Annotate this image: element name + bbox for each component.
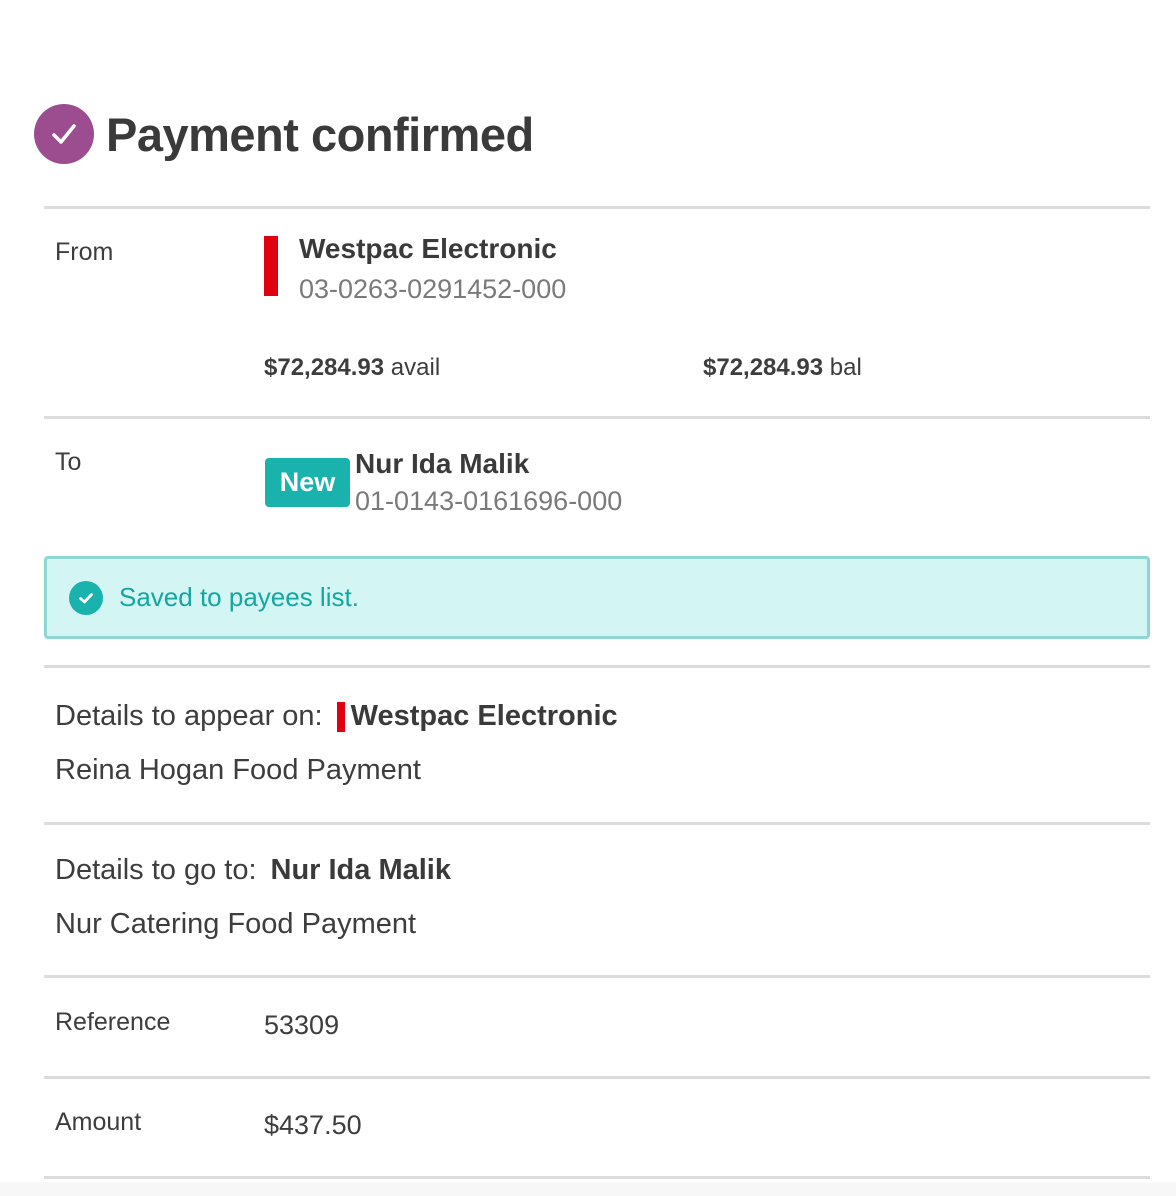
to-account-number: 01-0143-0161696-000 [355,486,623,516]
details-go-payee: Nur Ida Malik [270,854,452,886]
divider [44,206,1150,209]
divider [44,1176,1150,1179]
amount-label: Amount [55,1108,142,1136]
details-go-heading: Details to go to: Nur Ida Malik [55,854,451,887]
divider [44,1076,1150,1079]
westpac-brand-bar-icon [336,701,345,732]
page-bottom [0,1182,1176,1196]
details-appear-heading: Details to appear on: Westpac Electronic [55,700,618,733]
from-label: From [55,238,114,266]
to-payee-name: Nur Ida Malik [355,448,530,479]
to-label: To [55,448,82,476]
from-account-number: 03-0263-0291452-000 [299,274,567,304]
details-go-label: Details to go to: [55,854,257,886]
available-suffix: avail [384,354,441,381]
divider [44,975,1150,978]
amount-value: $437.50 [264,1110,362,1140]
page-title: Payment confirmed [106,107,534,161]
notice-text: Saved to payees list. [119,582,359,612]
details-go-text: Nur Catering Food Payment [55,908,417,940]
from-account-name: Westpac Electronic [299,233,557,264]
details-appear-label: Details to appear on: [55,700,323,732]
current-balance: $72,284.93 bal [703,354,862,382]
available-amount: $72,284.93 [264,354,385,381]
new-payee-badge: New [265,458,350,507]
reference-value: 53309 [264,1010,340,1040]
available-balance: $72,284.93 avail [264,354,440,382]
balance-amount: $72,284.93 [703,354,824,381]
payment-confirmation-page: Payment confirmed From Westpac Electroni… [0,0,1176,1196]
check-circle-icon [69,580,103,615]
westpac-brand-bar-icon [264,236,278,296]
divider [44,822,1150,825]
details-appear-account: Westpac Electronic [350,700,618,732]
saved-to-payees-notice: Saved to payees list. [44,556,1150,639]
page-header: Payment confirmed [34,104,534,164]
divider [44,416,1150,419]
divider [44,665,1150,668]
reference-label: Reference [55,1008,171,1036]
balance-suffix: bal [823,354,862,381]
check-circle-icon [34,104,94,164]
details-appear-text: Reina Hogan Food Payment [55,754,421,786]
